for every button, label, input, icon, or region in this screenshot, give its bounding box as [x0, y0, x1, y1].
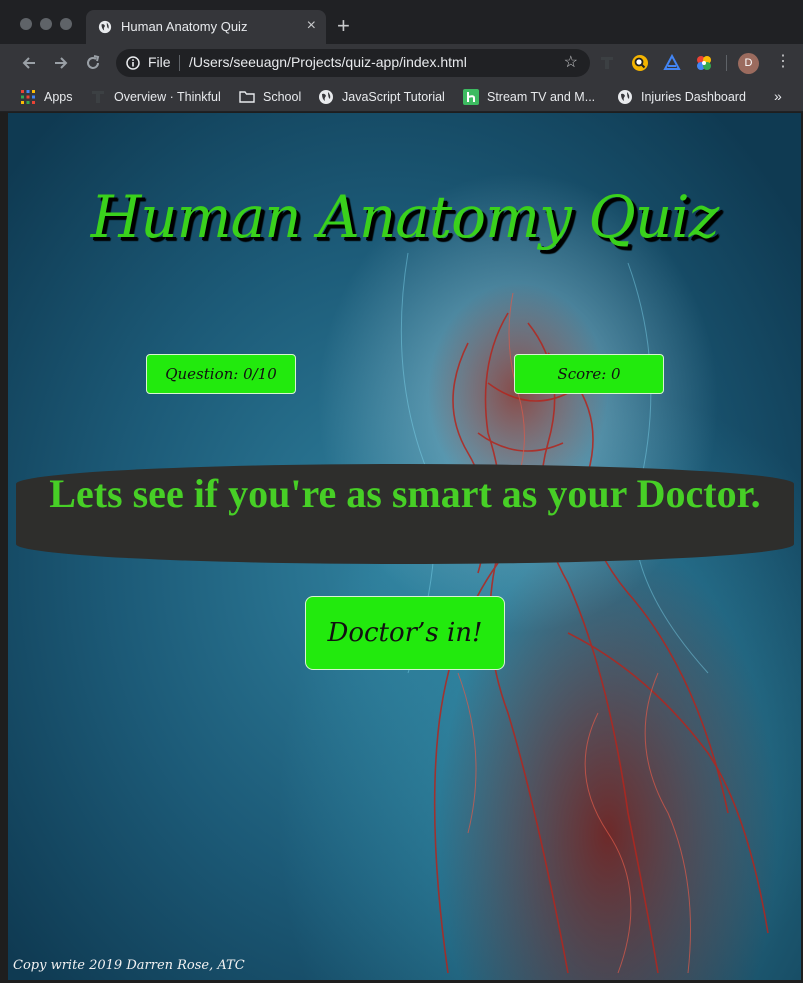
bookmark-star-icon[interactable]: ☆ [564, 54, 578, 72]
bookmarks-overflow-icon[interactable]: » [774, 88, 782, 104]
bookmark-label: Stream TV and M... [487, 90, 596, 104]
window-minimize-dot[interactable] [40, 18, 52, 30]
bookmark-label: Injuries Dashboard [641, 90, 746, 104]
browser-toolbar: File /Users/seeuagn/Projects/quiz-app/in… [0, 44, 803, 82]
info-icon[interactable] [126, 56, 140, 70]
bookmark-javascript-tutorial[interactable]: JavaScript Tutorial [318, 87, 445, 107]
bookmark-label: Overview · Thinkful [114, 90, 221, 104]
new-tab-icon[interactable]: + [337, 14, 350, 38]
bookmark-label: Apps [44, 90, 73, 104]
bookmarks-bar: Apps Overview · Thinkful School JavaScri… [0, 82, 803, 112]
address-bar[interactable]: File /Users/seeuagn/Projects/quiz-app/in… [116, 49, 590, 77]
intro-banner: Lets see if you're as smart as your Doct… [16, 464, 794, 564]
url-text[interactable]: /Users/seeuagn/Projects/quiz-app/index.h… [189, 54, 467, 70]
copyright-footer: Copy write 2019 Darren Rose, ATC [13, 958, 245, 973]
window-close-dot[interactable] [20, 18, 32, 30]
browser-tab[interactable]: Human Anatomy Quiz × [86, 10, 326, 44]
search-extension-icon[interactable] [631, 54, 649, 72]
intro-message: Lets see if you're as smart as your Doct… [49, 471, 761, 516]
forward-arrow-icon[interactable] [51, 53, 71, 73]
browser-menu-icon[interactable]: ⋮ [775, 52, 791, 72]
drive-extension-icon[interactable] [663, 54, 681, 72]
color-wheel-extension-icon[interactable] [695, 54, 713, 72]
start-quiz-button[interactable]: Doctor’s in! [305, 596, 505, 670]
back-arrow-icon[interactable] [19, 53, 39, 73]
globe-icon [319, 90, 333, 104]
bookmark-school[interactable]: School [239, 87, 301, 107]
page-title: Human Anatomy Quiz [90, 183, 720, 251]
apps-grid-icon [21, 90, 35, 104]
bookmark-label: School [263, 90, 302, 104]
tab-strip: Human Anatomy Quiz × + [0, 0, 803, 44]
globe-icon [98, 20, 112, 34]
thinkful-icon [92, 91, 104, 103]
score-display: Score: 0 [514, 354, 664, 394]
bookmark-injuries-dashboard[interactable]: Injuries Dashboard [617, 87, 746, 107]
close-tab-icon[interactable]: × [307, 16, 316, 36]
globe-icon [618, 90, 632, 104]
bookmark-stream-tv[interactable]: Stream TV and M... [463, 87, 595, 107]
hulu-icon [463, 89, 479, 105]
page-viewport: Human Anatomy Quiz Question: 0/10 Score:… [8, 113, 801, 980]
url-scheme-label: File [148, 54, 171, 70]
bookmark-label: JavaScript Tutorial [342, 90, 445, 104]
bookmark-thinkful[interactable]: Overview · Thinkful [90, 87, 221, 107]
toolbar-divider [726, 55, 727, 71]
address-divider [179, 55, 180, 71]
thinkful-extension-icon[interactable] [598, 54, 616, 72]
window-zoom-dot[interactable] [60, 18, 72, 30]
folder-icon [239, 91, 255, 103]
question-counter: Question: 0/10 [146, 354, 296, 394]
tab-title: Human Anatomy Quiz [121, 19, 248, 34]
reload-icon[interactable] [83, 53, 103, 73]
profile-avatar[interactable]: D [738, 53, 759, 74]
bookmark-apps[interactable]: Apps [20, 87, 73, 107]
